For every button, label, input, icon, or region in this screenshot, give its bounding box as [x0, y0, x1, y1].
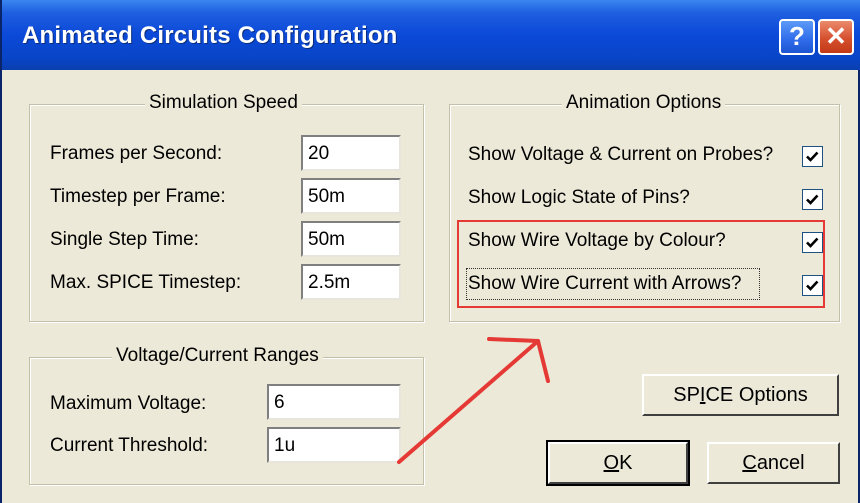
annotation-arrow — [397, 337, 550, 464]
dialog-window: Animated Circuits Configuration ? ✕ Simu… — [0, 0, 860, 503]
